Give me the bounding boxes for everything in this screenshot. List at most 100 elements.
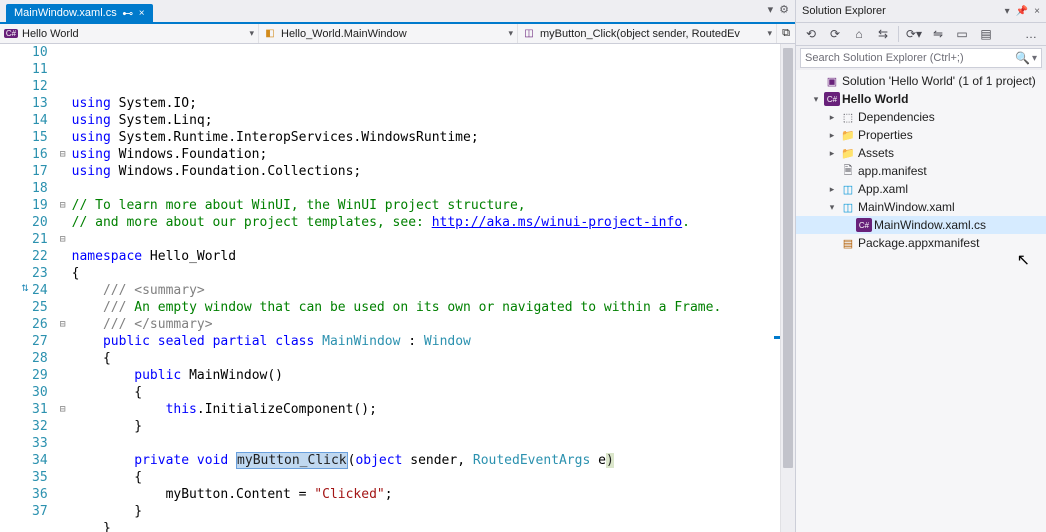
expander-icon[interactable]: ▸: [826, 148, 838, 159]
code-line[interactable]: using System.Runtime.InteropServices.Win…: [72, 129, 780, 146]
more-button[interactable]: …: [1022, 25, 1040, 43]
fold-toggle: [56, 163, 70, 180]
code-line[interactable]: {: [72, 265, 780, 282]
code-text-area[interactable]: using System.IO;using System.Linq;using …: [70, 44, 780, 532]
solution-tree[interactable]: ▣Solution 'Hello World' (1 of 1 project)…: [796, 70, 1046, 532]
code-line[interactable]: namespace Hello_World: [72, 248, 780, 265]
showall-button[interactable]: ▭: [953, 25, 971, 43]
code-line[interactable]: using Windows.Foundation;: [72, 146, 780, 163]
code-line[interactable]: /// </summary>: [72, 316, 780, 333]
expander-icon[interactable]: ▾: [826, 202, 838, 213]
tree-item[interactable]: ▸◫App.xaml: [796, 180, 1046, 198]
outlining-margin[interactable]: ⊟ ⊟ ⊟ ⊟ ⊟: [56, 44, 70, 532]
forward-button[interactable]: ⟳: [826, 25, 844, 43]
fold-toggle[interactable]: ⊟: [56, 146, 70, 163]
tree-item[interactable]: ▸📁Assets: [796, 144, 1046, 162]
class-icon: ◧: [263, 27, 277, 41]
line-number: 14: [32, 112, 48, 129]
code-line[interactable]: // and more about our project templates,…: [72, 214, 780, 231]
back-button[interactable]: ⟲: [802, 25, 820, 43]
line-number: 29: [32, 367, 48, 384]
nav-project-dropdown[interactable]: C# Hello World ▾: [0, 24, 259, 43]
breakpoint-margin[interactable]: [0, 44, 18, 532]
pin-icon[interactable]: 📌: [1016, 6, 1028, 17]
fold-toggle: [56, 350, 70, 367]
code-editor[interactable]: ⇅ 10111213141516171819202122232425262728…: [0, 44, 795, 532]
line-number: 15: [32, 129, 48, 146]
change-indicator-icon: ⇅: [20, 283, 30, 297]
tree-item[interactable]: ▸📁Properties: [796, 126, 1046, 144]
code-line[interactable]: // To learn more about WinUI, the WinUI …: [72, 197, 780, 214]
code-line[interactable]: using System.IO;: [72, 95, 780, 112]
line-number: 30: [32, 384, 48, 401]
search-box[interactable]: 🔍 ▾: [800, 48, 1042, 68]
gear-icon[interactable]: ⚙: [779, 3, 789, 16]
dep-icon: ⬚: [840, 110, 856, 124]
code-line[interactable]: [72, 231, 780, 248]
file-tab-active[interactable]: MainWindow.xaml.cs ⊷ ×: [6, 4, 153, 22]
vertical-scrollbar[interactable]: [780, 44, 795, 532]
search-icon[interactable]: 🔍: [1015, 51, 1030, 65]
tree-item[interactable]: ▤Package.appxmanifest: [796, 234, 1046, 252]
nav-class-dropdown[interactable]: ◧ Hello_World.MainWindow ▾: [259, 24, 518, 43]
code-line[interactable]: [72, 180, 780, 197]
home-button[interactable]: ⌂: [850, 25, 868, 43]
code-line[interactable]: myButton.Content = "Clicked";: [72, 486, 780, 503]
tree-item[interactable]: ▾C#Hello World: [796, 90, 1046, 108]
close-icon[interactable]: ×: [139, 8, 145, 19]
search-input[interactable]: [805, 52, 1015, 64]
line-number: 17: [32, 163, 48, 180]
code-line[interactable]: public sealed partial class MainWindow :…: [72, 333, 780, 350]
fold-toggle: [56, 418, 70, 435]
folder-icon: 📁: [840, 146, 856, 160]
code-line[interactable]: }: [72, 418, 780, 435]
tree-item[interactable]: ▾◫MainWindow.xaml: [796, 198, 1046, 216]
expander-icon[interactable]: ▸: [826, 184, 838, 195]
code-line[interactable]: }: [72, 503, 780, 520]
tab-dropdown-icon[interactable]: ▾: [768, 3, 774, 16]
line-number: 24: [32, 282, 48, 299]
code-line[interactable]: {: [72, 350, 780, 367]
scroll-thumb[interactable]: [783, 48, 793, 468]
code-line[interactable]: private void myButton_Click(object sende…: [72, 452, 780, 469]
solution-explorer-toolbar: ⟲ ⟳ ⌂ ⇆ ⟳▾ ⇋ ▭ ▤ …: [796, 22, 1046, 46]
search-dropdown-icon[interactable]: ▾: [1032, 53, 1037, 64]
fold-toggle: [56, 61, 70, 78]
code-line[interactable]: public MainWindow(): [72, 367, 780, 384]
tree-item[interactable]: C#MainWindow.xaml.cs: [796, 216, 1046, 234]
fold-toggle[interactable]: ⊟: [56, 197, 70, 214]
tree-item[interactable]: ▸⬚Dependencies: [796, 108, 1046, 126]
fold-toggle: [56, 112, 70, 129]
split-editor-button[interactable]: ⧉: [777, 24, 795, 43]
code-line[interactable]: }: [72, 520, 780, 532]
nav-member-dropdown[interactable]: ◫ myButton_Click(object sender, RoutedEv…: [518, 24, 777, 43]
expander-icon[interactable]: ▾: [810, 94, 822, 105]
expander-icon[interactable]: ▸: [826, 112, 838, 123]
tree-item[interactable]: ▣Solution 'Hello World' (1 of 1 project): [796, 72, 1046, 90]
code-line[interactable]: [72, 435, 780, 452]
refresh-button[interactable]: ⟳▾: [905, 25, 923, 43]
code-line[interactable]: {: [72, 384, 780, 401]
solution-explorer-header: Solution Explorer ▾ 📌 ×: [796, 0, 1046, 22]
panel-menu-icon[interactable]: ▾: [1005, 6, 1010, 17]
fold-toggle[interactable]: ⊟: [56, 231, 70, 248]
line-number: 31: [32, 401, 48, 418]
fold-toggle[interactable]: ⊟: [56, 316, 70, 333]
code-line[interactable]: {: [72, 469, 780, 486]
fold-toggle[interactable]: ⊟: [56, 401, 70, 418]
close-icon[interactable]: ×: [1034, 6, 1040, 17]
chevron-down-icon: ▾: [767, 28, 772, 39]
line-number: 35: [32, 469, 48, 486]
pin-icon[interactable]: ⊷: [123, 8, 133, 18]
tree-item[interactable]: 🗎app.manifest: [796, 162, 1046, 180]
code-line[interactable]: /// An empty window that can be used on …: [72, 299, 780, 316]
properties-button[interactable]: ▤: [977, 25, 995, 43]
collapse-button[interactable]: ⇋: [929, 25, 947, 43]
sync-button[interactable]: ⇆: [874, 25, 892, 43]
line-number: 22: [32, 248, 48, 265]
expander-icon[interactable]: ▸: [826, 130, 838, 141]
code-line[interactable]: using System.Linq;: [72, 112, 780, 129]
code-line[interactable]: this.InitializeComponent();: [72, 401, 780, 418]
code-line[interactable]: using Windows.Foundation.Collections;: [72, 163, 780, 180]
code-line[interactable]: /// <summary>: [72, 282, 780, 299]
